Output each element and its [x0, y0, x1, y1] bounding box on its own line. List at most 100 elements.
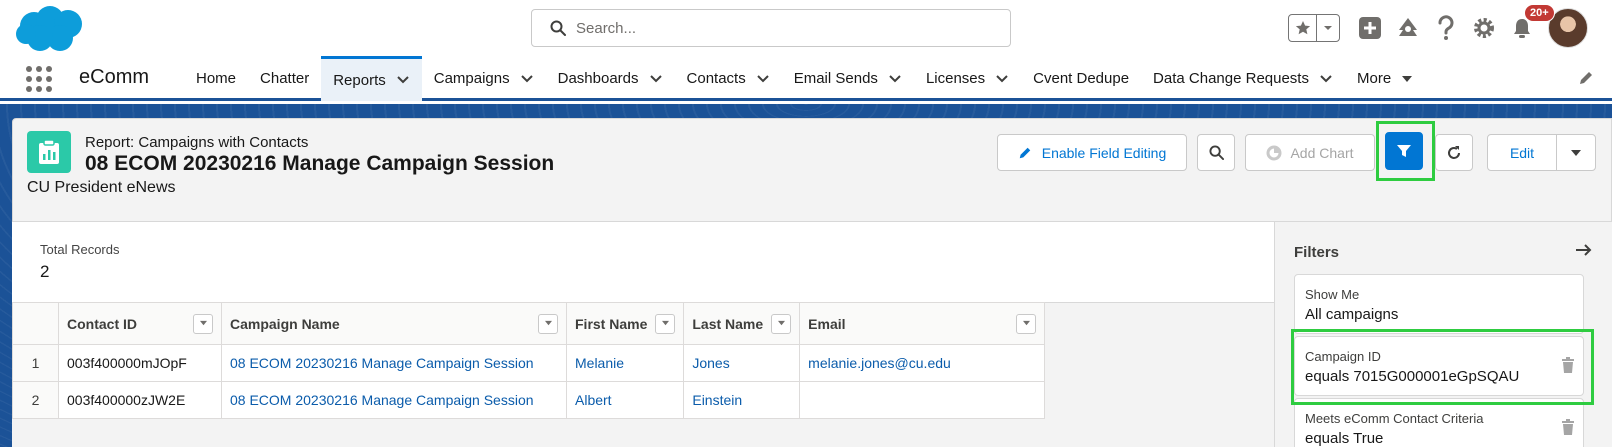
filter-show-me[interactable]: Show Me All campaigns — [1294, 274, 1584, 334]
chevron-down-icon — [649, 74, 662, 82]
nav-tab-chatter[interactable]: Chatter — [248, 56, 321, 101]
nav-more-button[interactable]: More — [1345, 56, 1425, 101]
column-header-first-name[interactable]: First Name — [565, 302, 685, 345]
report-table: Contact ID Campaign Name First Name Last… — [12, 302, 1046, 419]
global-search[interactable] — [531, 9, 1011, 47]
report-header: Report: Campaigns with Contacts 08 ECOM … — [12, 118, 1612, 222]
cell-last-name-link[interactable]: Einstein — [683, 381, 801, 419]
global-actions-button[interactable] — [1352, 10, 1388, 46]
notification-badge: 20+ — [1524, 4, 1555, 22]
nav-tab-label: Licenses — [925, 70, 986, 87]
chevron-down-icon — [661, 320, 669, 326]
nav-tab-dashboards[interactable]: Dashboards — [546, 56, 675, 101]
help-button[interactable] — [1428, 10, 1464, 46]
add-chart-button[interactable]: Add Chart — [1245, 134, 1375, 171]
nav-tab-menu-button[interactable] — [649, 74, 663, 84]
chevron-down-icon — [1571, 149, 1581, 156]
column-menu-button[interactable] — [1016, 313, 1037, 334]
nav-tab-label: Home — [196, 70, 237, 87]
cell-contact-id: 003f400000mJOpF — [58, 344, 222, 382]
edit-report-button[interactable]: Edit — [1487, 134, 1557, 171]
row-number: 1 — [12, 344, 59, 382]
column-header-campaign-name[interactable]: Campaign Name — [221, 302, 567, 345]
cell-first-name-link[interactable]: Albert — [565, 381, 685, 419]
filter-label: Meets eComm Contact Criteria — [1305, 411, 1484, 426]
enable-field-editing-label: Enable Field Editing — [1041, 144, 1167, 161]
salesforce-cloud-logo[interactable] — [14, 4, 86, 54]
column-header-email[interactable]: Email — [799, 302, 1046, 345]
report-grid-area: Contact ID Campaign Name First Name Last… — [12, 302, 1274, 447]
total-records-label: Total Records — [40, 242, 120, 257]
table-row: 2 003f400000zJW2E 08 ECOM 20230216 Manag… — [12, 381, 1046, 419]
nav-tab-menu-button[interactable] — [995, 74, 1009, 84]
cell-first-name-link[interactable]: Melanie — [565, 344, 685, 382]
edit-nav-pencil-icon[interactable] — [1578, 70, 1594, 86]
row-number-header — [12, 302, 59, 345]
app-name: eComm — [79, 66, 150, 88]
nav-tab-cvent-dedupe[interactable]: Cvent Dedupe — [1021, 56, 1141, 101]
filter-meets-ecomm-contact-criteria[interactable]: Meets eComm Contact Criteria equals True — [1294, 398, 1584, 447]
report-title: 08 ECOM 20230216 Manage Campaign Session — [85, 152, 555, 175]
cell-campaign-name-link[interactable]: 08 ECOM 20230216 Manage Campaign Session — [221, 381, 567, 419]
trailhead-button[interactable] — [1390, 10, 1426, 46]
chart-icon — [1266, 145, 1282, 160]
filter-label: Show Me — [1305, 287, 1360, 302]
nav-tab-menu-button[interactable] — [1319, 74, 1333, 84]
cell-last-name-link[interactable]: Jones — [683, 344, 801, 382]
nav-tab-home[interactable]: Home — [184, 56, 248, 101]
chevron-down-icon — [777, 320, 785, 326]
chevron-down-icon — [1324, 26, 1332, 30]
table-row: 1 003f400000mJOpF 08 ECOM 20230216 Manag… — [12, 344, 1046, 382]
filter-icon — [1397, 145, 1411, 157]
app-launcher-icon[interactable] — [26, 66, 52, 92]
column-header-last-name[interactable]: Last Name — [683, 302, 801, 345]
nav-tab-menu-button[interactable] — [756, 74, 770, 84]
nav-items: Home Chatter Reports Campaigns Dashboards Con… — [184, 56, 1425, 101]
report-clipboard-icon — [39, 139, 59, 164]
nav-tab-email-sends[interactable]: Email Sends — [782, 56, 914, 101]
nav-tab-menu-button[interactable] — [520, 74, 534, 84]
setup-button[interactable] — [1466, 10, 1502, 46]
nav-tab-label: Chatter — [260, 70, 310, 87]
column-menu-button[interactable] — [655, 313, 676, 334]
column-menu-button[interactable] — [771, 313, 792, 334]
notifications-button[interactable]: 20+ — [1504, 4, 1555, 46]
column-menu-button[interactable] — [538, 313, 558, 334]
search-report-button[interactable] — [1197, 134, 1235, 171]
nav-tab-reports[interactable]: Reports — [321, 56, 422, 101]
enable-field-editing-button[interactable]: Enable Field Editing — [997, 134, 1187, 171]
cell-campaign-name-link[interactable]: 08 ECOM 20230216 Manage Campaign Session — [221, 344, 567, 382]
report-actions-menu-button[interactable] — [1556, 134, 1596, 171]
search-icon — [550, 20, 566, 36]
cell-email-link[interactable]: melanie.jones@cu.edu — [799, 344, 1046, 382]
edit-label: Edit — [1509, 144, 1535, 161]
nav-tab-licenses[interactable]: Licenses — [914, 56, 1021, 101]
filter-value: All campaigns — [1305, 306, 1399, 323]
arrow-right-icon[interactable] — [1575, 242, 1593, 258]
search-input[interactable] — [576, 19, 996, 37]
report-type-label: Report: Campaigns with Contacts — [85, 134, 309, 151]
row-number: 2 — [12, 381, 59, 419]
add-chart-label: Add Chart — [1290, 144, 1354, 161]
favorites-button[interactable] — [1289, 15, 1317, 41]
filters-title: Filters — [1294, 244, 1340, 261]
nav-tab-menu-button[interactable] — [396, 75, 410, 85]
chevron-down-icon — [757, 74, 769, 82]
star-icon — [1295, 21, 1310, 35]
column-menu-button[interactable] — [193, 313, 213, 334]
nav-tab-campaigns[interactable]: Campaigns — [422, 56, 546, 101]
nav-tab-contacts[interactable]: Contacts — [675, 56, 782, 101]
nav-tab-data-change-requests[interactable]: Data Change Requests — [1141, 56, 1345, 101]
trash-icon[interactable] — [1561, 419, 1575, 435]
column-header-contact-id[interactable]: Contact ID — [58, 302, 222, 345]
report-body: Total Records 2 Contact ID Campaign Name… — [12, 222, 1274, 447]
favorites-list-button[interactable] — [1317, 15, 1339, 41]
filter-toggle-button[interactable] — [1385, 132, 1423, 170]
nav-tab-menu-button[interactable] — [888, 74, 902, 84]
refresh-button[interactable] — [1435, 134, 1473, 171]
refresh-icon — [1448, 145, 1460, 159]
chevron-down-icon — [397, 76, 409, 84]
question-icon — [1438, 15, 1454, 40]
chevron-down-icon — [1022, 320, 1030, 326]
trailhead-icon — [1399, 18, 1417, 36]
